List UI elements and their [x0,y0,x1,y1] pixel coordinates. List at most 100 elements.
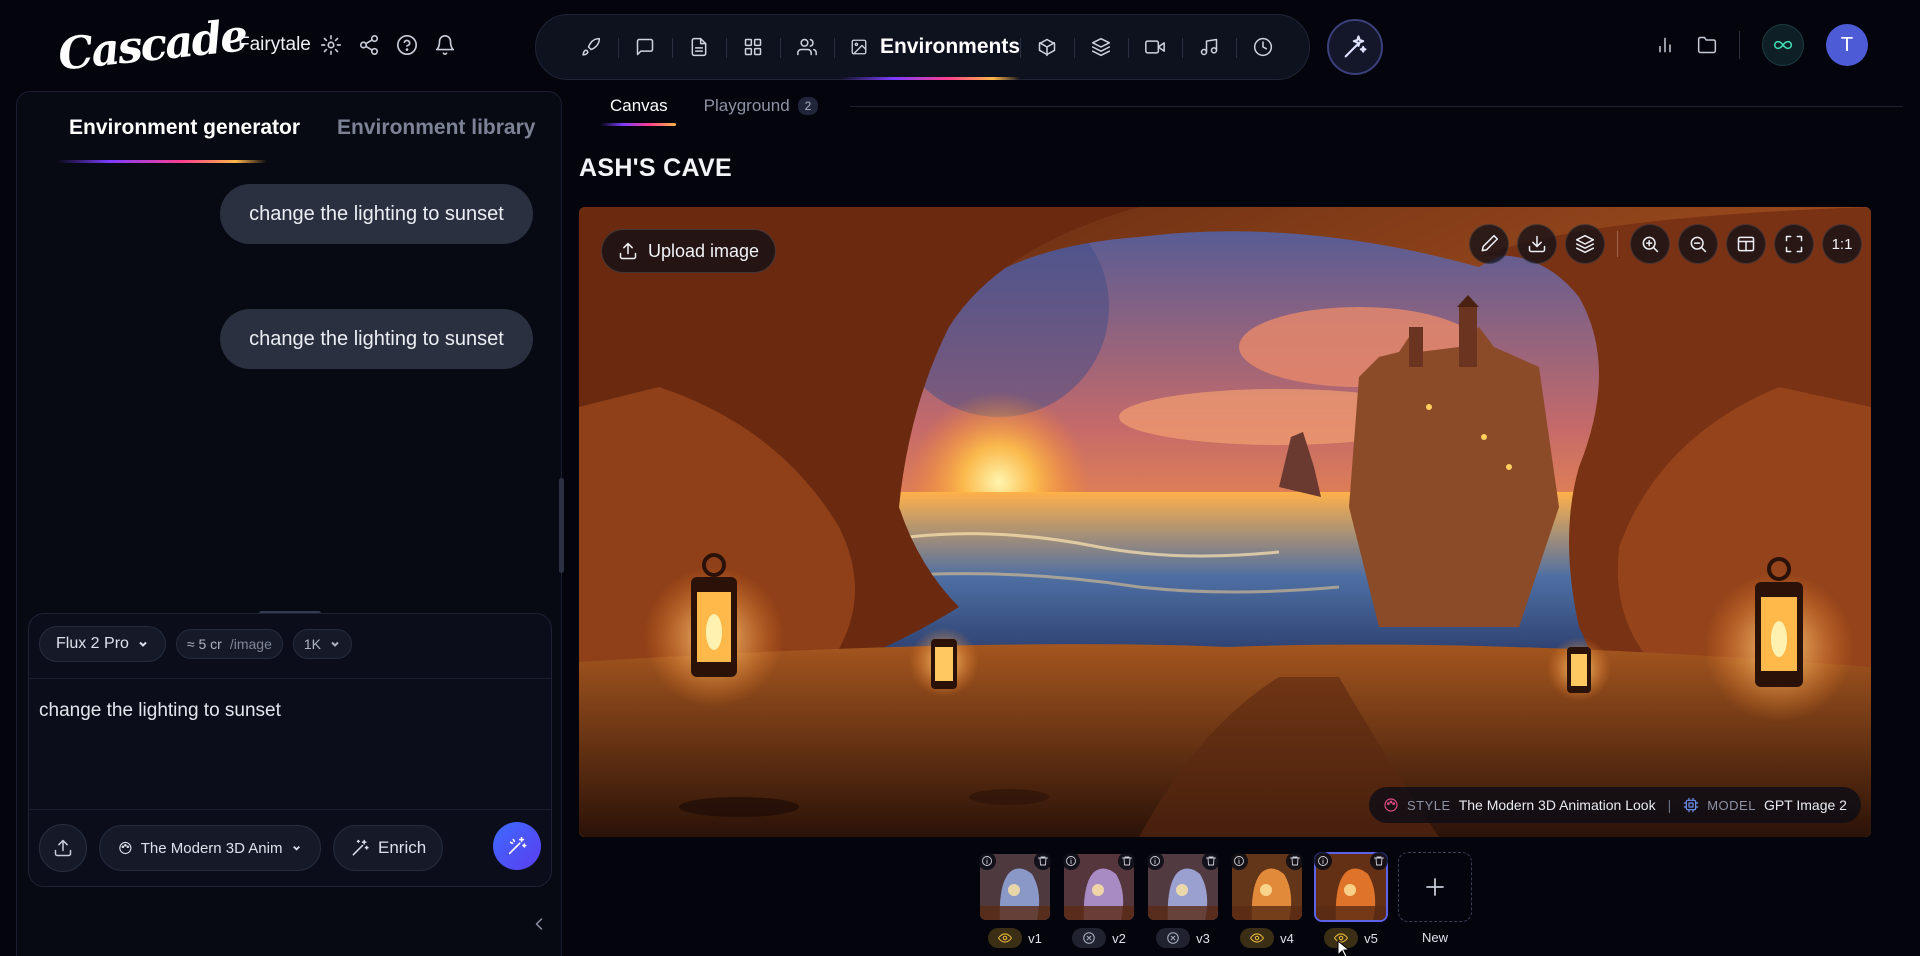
new-version-box[interactable] [1398,852,1472,922]
divider [29,678,551,679]
project-name[interactable]: Fairytale [238,34,311,56]
nav-music[interactable] [1182,14,1236,80]
info-icon [1318,856,1328,866]
style-key: STYLE [1407,797,1451,813]
close-circle-icon [1083,932,1095,944]
style-select[interactable]: The Modern 3D Anim... [99,825,321,871]
nav-environments[interactable]: Environments [834,14,1020,80]
active-canvas-tab-underline [600,123,676,126]
user-avatar[interactable]: T [1826,24,1868,66]
cube-icon [1038,38,1056,57]
version-delete-button[interactable] [1118,852,1136,870]
version-visibility-toggle[interactable] [988,928,1023,948]
version-item[interactable]: v5 [1314,852,1388,948]
upload-image-button[interactable]: Upload image [601,229,777,273]
info-icon [1234,856,1244,866]
layers-button[interactable] [1565,224,1605,264]
trash-icon [1290,856,1300,866]
prompt-composer: Flux 2 Pro ≈ 5 cr /image 1K change the l… [28,613,552,887]
palette-icon [1384,798,1398,812]
info-icon [982,856,992,866]
analytics-icon[interactable] [1655,35,1675,55]
upload-reference-button[interactable] [39,824,87,872]
people-icon [797,38,817,56]
main-nav: Environments [535,14,1310,80]
tab-environment-library[interactable]: Environment library [337,116,535,140]
nav-grid[interactable] [726,14,780,80]
model-select[interactable]: Flux 2 Pro [39,626,166,662]
clock-icon [1253,37,1273,57]
help-icon[interactable] [396,34,418,56]
tab-playground[interactable]: Playground 2 [704,96,819,116]
composer-actions: The Modern 3D Anim... Enrich [39,824,444,872]
actual-size-button[interactable]: 1:1 [1822,224,1862,264]
version-info-button[interactable] [1146,852,1164,870]
upload-image-label: Upload image [648,240,760,261]
new-version-button[interactable]: New [1398,852,1472,948]
version-item[interactable]: v1 [978,852,1052,948]
compare-button[interactable] [1726,224,1766,264]
nav-video[interactable] [1128,14,1182,80]
notification-bell-icon[interactable] [434,34,456,56]
document-icon [691,37,707,57]
panel-scrollbar[interactable] [559,478,564,573]
style-value: The Modern 3D Animation Look [1458,797,1656,813]
version-info-button[interactable] [978,852,996,870]
zoom-in-button[interactable] [1630,224,1670,264]
cave-sunset-illustration [579,207,1871,837]
nav-cube[interactable] [1020,14,1074,80]
music-icon [1200,38,1218,56]
info-icon [1150,856,1160,866]
resolution-select[interactable]: 1K [292,629,352,659]
fullscreen-button[interactable] [1774,224,1814,264]
environment-image[interactable] [579,207,1871,837]
panel-tabs: Environment generator Environment librar… [69,116,535,140]
version-delete-button[interactable] [1370,852,1388,870]
nav-people[interactable] [780,14,834,80]
version-delete-button[interactable] [1202,852,1220,870]
fullscreen-icon [1785,235,1803,253]
project-actions [320,34,456,56]
plus-icon [1426,878,1444,896]
version-delete-button[interactable] [1034,852,1052,870]
folder-icon[interactable] [1697,35,1717,55]
nav-document[interactable] [672,14,726,80]
version-item[interactable]: v3 [1146,852,1220,948]
ai-assistant-button[interactable] [1327,19,1383,75]
version-info-button[interactable] [1230,852,1248,870]
version-info-button[interactable] [1062,852,1080,870]
version-delete-button[interactable] [1286,852,1304,870]
settings-icon[interactable] [320,34,342,56]
download-button[interactable] [1517,224,1557,264]
nav-clock[interactable] [1236,14,1290,80]
divider [29,809,551,810]
version-visibility-toggle[interactable] [1240,928,1275,948]
collapse-panel-button[interactable] [529,914,549,934]
cascade-logo[interactable]: Cascade [56,10,249,80]
version-visibility-toggle[interactable] [1156,928,1191,948]
credits-button[interactable] [1762,24,1804,66]
generate-button[interactable] [493,822,541,870]
tab-environment-generator[interactable]: Environment generator [69,116,300,140]
new-version-label: New [1421,930,1448,945]
version-label: v3 [1196,930,1210,946]
prompt-input[interactable]: change the lighting to sunset [39,700,281,722]
version-info-button[interactable] [1314,852,1332,870]
nav-layers[interactable] [1074,14,1128,80]
nav-rocket[interactable] [564,14,618,80]
enrich-button[interactable]: Enrich [333,825,444,871]
model-value: GPT Image 2 [1763,797,1847,813]
nav-chat[interactable] [618,14,672,80]
chevron-down-icon [331,641,339,647]
version-item[interactable]: v4 [1230,852,1304,948]
version-visibility-toggle[interactable] [1072,928,1107,948]
zoom-out-icon [1690,236,1707,253]
scene-title: ASH'S CAVE [579,154,732,182]
version-item[interactable]: v2 [1062,852,1136,948]
meta-separator: | [1667,797,1672,813]
zoom-out-button[interactable] [1678,224,1718,264]
edit-button[interactable] [1469,224,1509,264]
tab-canvas[interactable]: Canvas [610,96,668,116]
generator-panel: Environment generator Environment librar… [16,91,564,956]
share-icon[interactable] [358,34,380,56]
